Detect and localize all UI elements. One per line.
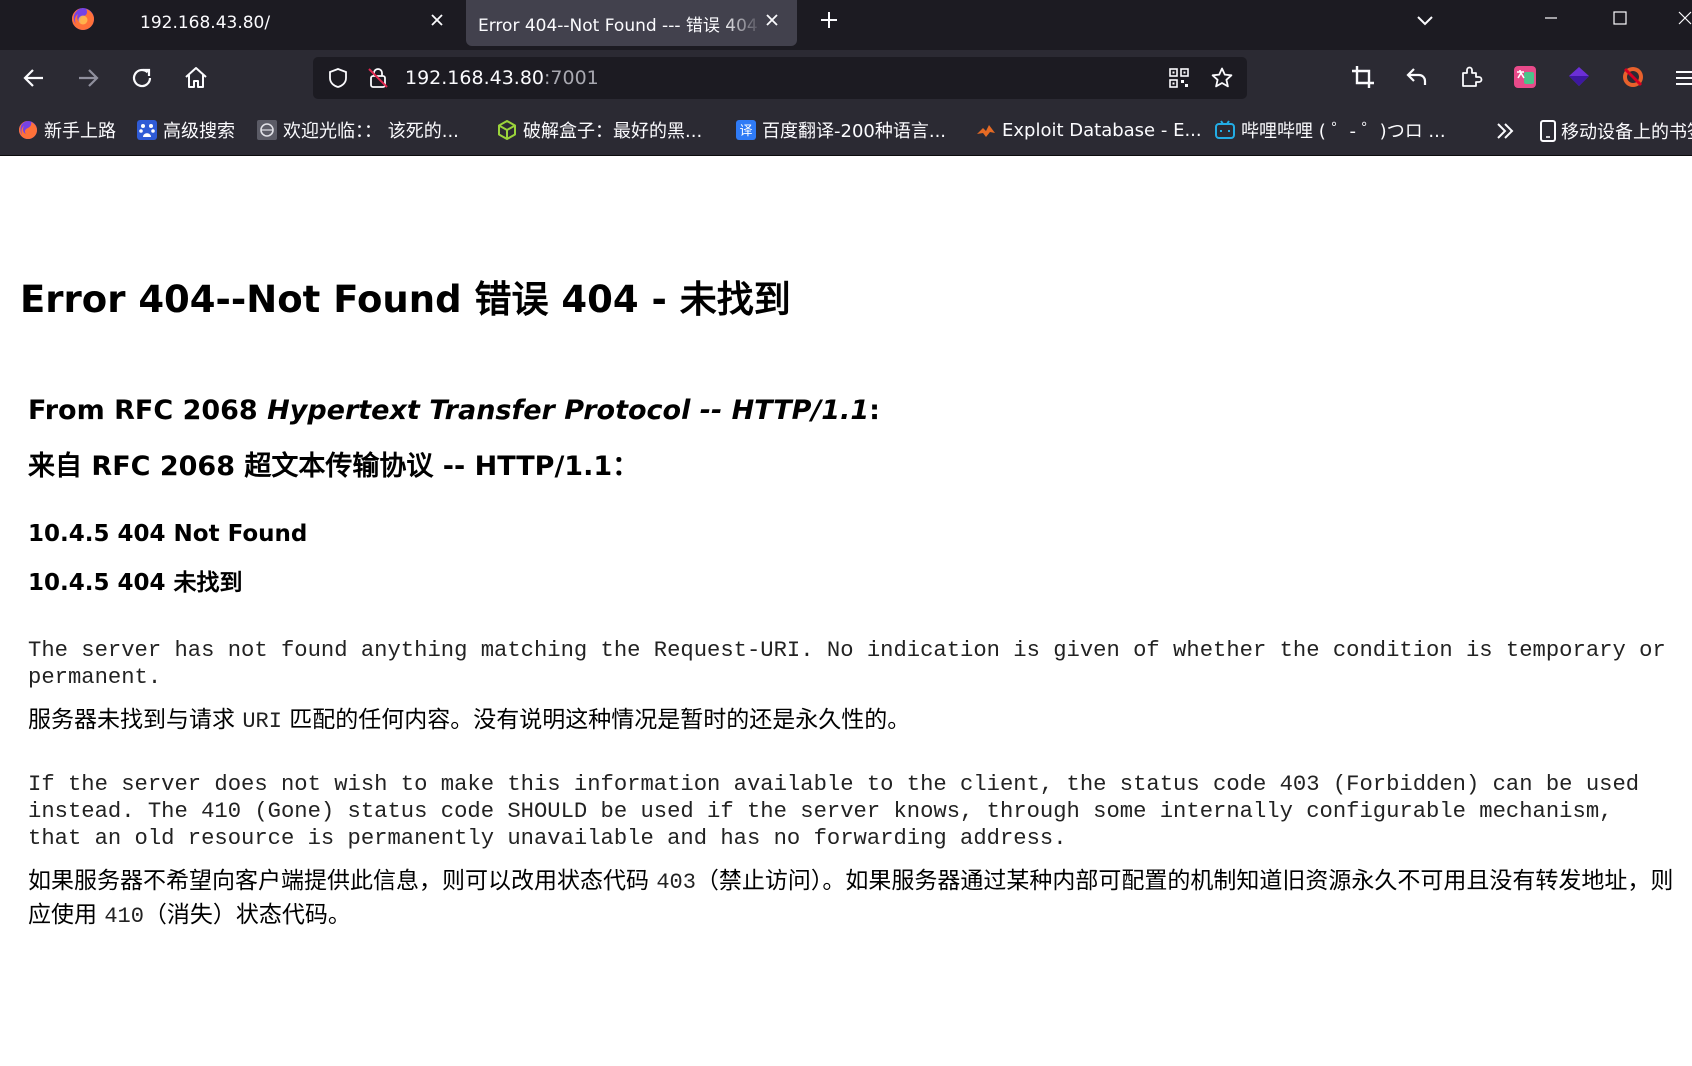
firefox-icon [19, 121, 37, 139]
url-port: :7001 [544, 67, 599, 89]
reload-icon[interactable] [128, 64, 156, 92]
url-bar[interactable]: 192.168.43.80:7001 [313, 57, 1247, 99]
page-title: Error 404--Not Found 错误 404 - 未找到 [20, 278, 791, 321]
cube-icon [498, 120, 516, 140]
undo-arrow-icon[interactable] [1404, 64, 1430, 90]
section-heading-english: 10.4.5 404 Not Found [28, 521, 308, 547]
url-host: 192.168.43.80 [405, 67, 545, 89]
url-text[interactable]: 192.168.43.80:7001 [405, 67, 599, 89]
bookmark-exploit-db[interactable]: Exploit Database - E... [975, 118, 1202, 142]
translate-icon: 译 [736, 120, 756, 140]
mobile-device-icon [1540, 120, 1556, 142]
noscript-extension-icon[interactable] [1620, 64, 1646, 90]
translate-extension-icon[interactable] [1512, 64, 1538, 90]
rfc-heading-chinese: 来自 RFC 2068 超文本传输协议 -- HTTP/1.1： [28, 451, 640, 482]
insecure-lock-icon[interactable] [367, 67, 389, 89]
navigation-toolbar: 192.168.43.80:7001 [0, 50, 1692, 106]
firefox-logo-icon[interactable] [70, 6, 96, 32]
rfc-heading-english: From RFC 2068 Hypertext Transfer Protoco… [28, 395, 880, 426]
exploit-db-icon [977, 125, 995, 137]
tab-strip: 192.168.43.80/ Error 404--Not Found --- … [0, 0, 1692, 50]
window-minimize-icon[interactable] [1542, 9, 1560, 27]
inline-code: 403 [656, 870, 696, 895]
bookmark-label: 百度翻译-200种语言... [762, 121, 947, 142]
inline-code: URI [242, 709, 282, 734]
bookmark-getting-started[interactable]: 新手上路 [17, 118, 116, 142]
bookmark-advanced-search[interactable]: 高级搜索 [136, 118, 235, 142]
bilibili-icon [1215, 120, 1235, 139]
window-maximize-icon[interactable] [1611, 9, 1629, 27]
section-heading-chinese: 10.4.5 404 未找到 [28, 570, 243, 596]
bookmark-label: 高级搜索 [163, 121, 235, 142]
tracking-protection-shield-icon[interactable] [327, 67, 349, 89]
bookmarks-toolbar: 新手上路 高级搜索 欢迎光临：： 该死的... 破解盒子：最好的黑... 译 百… [0, 106, 1692, 156]
bookmark-star-icon[interactable] [1210, 66, 1234, 90]
paragraph-2-chinese: 如果服务器不希望向客户端提供此信息，则可以改用状态代码 403（禁止访问）。如果… [28, 865, 1678, 933]
tab-home[interactable]: 192.168.43.80/ [122, 0, 462, 46]
tab-label: Error 404--Not Found --- 错误 404 [478, 15, 758, 36]
paragraph-2-english: If the server does not wish to make this… [28, 772, 1640, 851]
bookmark-baidu-translate[interactable]: 译 百度翻译-200种语言... [735, 118, 946, 142]
inline-code: 410 [104, 904, 144, 929]
bookmark-label: 新手上路 [44, 121, 116, 142]
paragraph-1-chinese: 服务器未找到与请求 URI 匹配的任何内容。没有说明这种情况是暂时的还是永久性的… [28, 705, 1668, 737]
bookmark-label: 破解盒子：最好的黑... [523, 121, 703, 142]
rfc-protocol-name: Hypertext Transfer Protocol -- HTTP/1.1 [267, 395, 870, 426]
bookmark-label: 哔哩哔哩 ( ゜- ゜)つロ ... [1241, 121, 1446, 142]
mobile-bookmarks-folder[interactable]: 移动设备上的书签 [1538, 118, 1692, 144]
extensions-puzzle-icon[interactable] [1458, 64, 1484, 90]
more-bookmarks-chevrons-icon[interactable] [1494, 120, 1516, 142]
window-close-icon[interactable] [1676, 9, 1692, 27]
bookmark-bilibili[interactable]: 哔哩哔哩 ( ゜- ゜)つロ ... [1214, 118, 1446, 142]
screenshot-crop-icon[interactable] [1350, 64, 1376, 90]
baidu-icon [137, 120, 157, 140]
globe-icon [257, 120, 277, 140]
back-arrow-icon[interactable] [20, 64, 48, 92]
paragraph-text: 如果服务器不希望向客户端提供此信息，则可以改用状态代码 [28, 868, 657, 894]
paragraph-text: 服务器未找到与请求 [28, 707, 243, 733]
new-tab-plus-icon[interactable] [818, 9, 840, 31]
home-icon[interactable] [182, 64, 210, 92]
rfc-prefix: From RFC 2068 [28, 395, 268, 426]
close-tab-icon[interactable] [763, 11, 781, 29]
gem-extension-icon[interactable] [1566, 64, 1592, 90]
paragraph-text: （消失）状态代码。 [143, 902, 351, 928]
page-content: Error 404--Not Found 错误 404 - 未找到 From R… [0, 157, 1692, 1066]
svg-text:译: 译 [739, 124, 752, 139]
rfc-suffix: : [869, 395, 880, 426]
paragraph-1-english: The server has not found anything matchi… [28, 638, 1666, 690]
forward-arrow-icon[interactable] [74, 64, 102, 92]
bookmark-welcome[interactable]: 欢迎光临：： 该死的... [256, 118, 459, 142]
tab-active-error[interactable]: Error 404--Not Found --- 错误 404 [466, 0, 797, 46]
bookmark-crack-box[interactable]: 破解盒子：最好的黑... [496, 118, 702, 142]
qr-code-icon[interactable] [1168, 67, 1190, 89]
bookmark-label: Exploit Database - E... [1002, 119, 1202, 141]
paragraph-text: 匹配的任何内容。没有说明这种情况是暂时的还是永久性的。 [281, 707, 911, 733]
hamburger-menu-icon[interactable] [1672, 65, 1692, 91]
tab-label: 192.168.43.80/ [140, 13, 271, 33]
bookmark-label: 欢迎光临：： 该死的... [283, 121, 459, 142]
list-all-tabs-chevron-down-icon[interactable] [1414, 9, 1436, 31]
close-tab-icon[interactable] [428, 11, 446, 29]
bookmark-label: 移动设备上的书签 [1561, 122, 1692, 143]
